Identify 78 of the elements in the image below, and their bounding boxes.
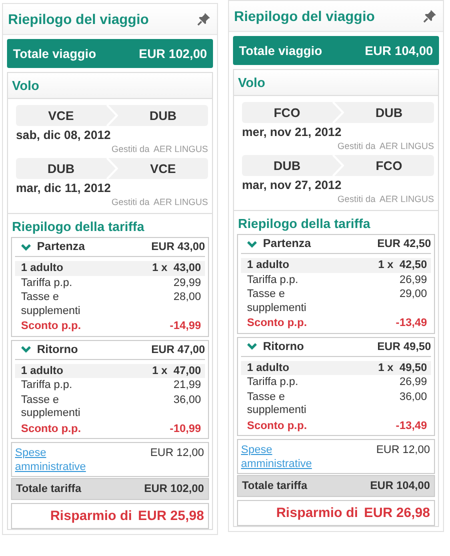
panel-title: Riepilogo del viaggio	[234, 8, 375, 24]
taxes-label: Tasse e supplementi	[247, 390, 308, 418]
discount-value: -14,99	[170, 320, 201, 334]
passenger-quantity: 1 x 49,50	[378, 362, 427, 375]
pin-icon[interactable]	[197, 12, 211, 26]
leg-toggle[interactable]: Partenza EUR 42,50	[241, 236, 431, 254]
origin-code: VCE	[47, 108, 75, 122]
flight-date: mar, dic 11, 2012	[16, 181, 112, 195]
trip-total-label: Totale viaggio	[239, 44, 322, 58]
taxes-label: Tasse e supplementi	[21, 394, 82, 420]
passenger-label: 1 adulto	[247, 259, 290, 272]
fare-total-label: Totale tariffa	[16, 483, 82, 495]
fare-total-value: EUR 102,00	[144, 483, 204, 495]
leg-total: EUR 47,00	[151, 344, 205, 356]
discount-value: -13,49	[396, 420, 427, 433]
leg-total: EUR 42,50	[377, 238, 431, 250]
trip-total-value: EUR 102,00	[138, 46, 207, 60]
fare-value: 21,99	[173, 379, 201, 392]
airline-name: AER LINGUS	[379, 141, 434, 151]
destination-code: VCE	[149, 162, 177, 176]
fare-value: 29,99	[173, 276, 201, 290]
passenger-label: 1 adulto	[21, 262, 64, 276]
airline-name: AER LINGUS	[153, 144, 208, 154]
fees-value: EUR 12,00	[150, 446, 204, 461]
fare-label: Tariffa p.p.	[247, 376, 298, 390]
passenger-label: 1 adulto	[21, 364, 64, 378]
fare-label: Tariffa p.p.	[21, 379, 72, 392]
operated-by-label: Gestiti da	[111, 197, 150, 207]
operated-by-label: Gestiti da	[111, 144, 150, 154]
passenger-quantity: 1 x 47,00	[152, 364, 201, 378]
passenger-quantity: 1 x 43,00	[152, 262, 201, 276]
fees-value: EUR 12,00	[376, 443, 430, 458]
operated-by-label: Gestiti da	[337, 141, 376, 151]
discount-label: Sconto p.p.	[21, 320, 81, 334]
discount-value: -13,49	[396, 317, 427, 330]
destination-code: DUB	[374, 106, 404, 120]
fare-label: Tariffa p.p.	[247, 274, 298, 287]
discount-label: Sconto p.p.	[247, 317, 307, 330]
fare-value: 26,99	[399, 274, 427, 287]
leg-toggle[interactable]: Ritorno EUR 49,50	[241, 338, 431, 356]
discount-label: Sconto p.p.	[21, 422, 81, 436]
savings-value: EUR 26,98	[364, 505, 430, 520]
taxes-label: Tasse e supplementi	[247, 288, 308, 315]
airline-name: AER LINGUS	[153, 197, 208, 207]
discount-label: Sconto p.p.	[247, 420, 307, 433]
passenger-label: 1 adulto	[247, 362, 290, 375]
savings-value: EUR 25,98	[138, 508, 204, 523]
passenger-quantity: 1 x 42,50	[378, 259, 427, 272]
airline-name: AER LINGUS	[379, 194, 434, 204]
origin-code: DUB	[46, 162, 76, 176]
taxes-value: 36,00	[399, 390, 427, 404]
savings-label: Risparmio di	[50, 508, 132, 523]
panel-title: Riepilogo del viaggio	[8, 11, 149, 27]
taxes-value: 29,00	[399, 288, 427, 302]
pin-icon[interactable]	[423, 9, 437, 23]
origin-code: DUB	[272, 158, 302, 172]
trip-total-value: EUR 104,00	[364, 44, 433, 58]
origin-code: FCO	[272, 106, 302, 120]
flight-date: mer, nov 21, 2012	[242, 125, 342, 139]
operated-by-label: Gestiti da	[337, 194, 376, 204]
taxes-value: 28,00	[173, 291, 201, 304]
fare-label: Tariffa p.p.	[21, 276, 72, 290]
fare-total-value: EUR 104,00	[370, 480, 430, 492]
fare-value: 26,99	[399, 376, 427, 390]
taxes-value: 36,00	[173, 394, 201, 407]
trip-total-label: Totale viaggio	[13, 46, 96, 60]
fare-total-label: Totale tariffa	[242, 480, 308, 492]
flight-date: mar, nov 27, 2012	[242, 178, 342, 192]
leg-total: EUR 49,50	[377, 340, 431, 352]
taxes-label: Tasse e supplementi	[21, 291, 82, 318]
leg-toggle[interactable]: Ritorno EUR 47,00	[15, 342, 205, 360]
flight-date: sab, dic 08, 2012	[16, 128, 112, 142]
destination-code: DUB	[148, 108, 178, 122]
leg-toggle[interactable]: Partenza EUR 43,00	[15, 239, 205, 257]
discount-value: -10,99	[170, 422, 201, 436]
leg-total: EUR 43,00	[151, 241, 205, 253]
savings-label: Risparmio di	[276, 505, 358, 520]
destination-code: FCO	[374, 158, 404, 172]
